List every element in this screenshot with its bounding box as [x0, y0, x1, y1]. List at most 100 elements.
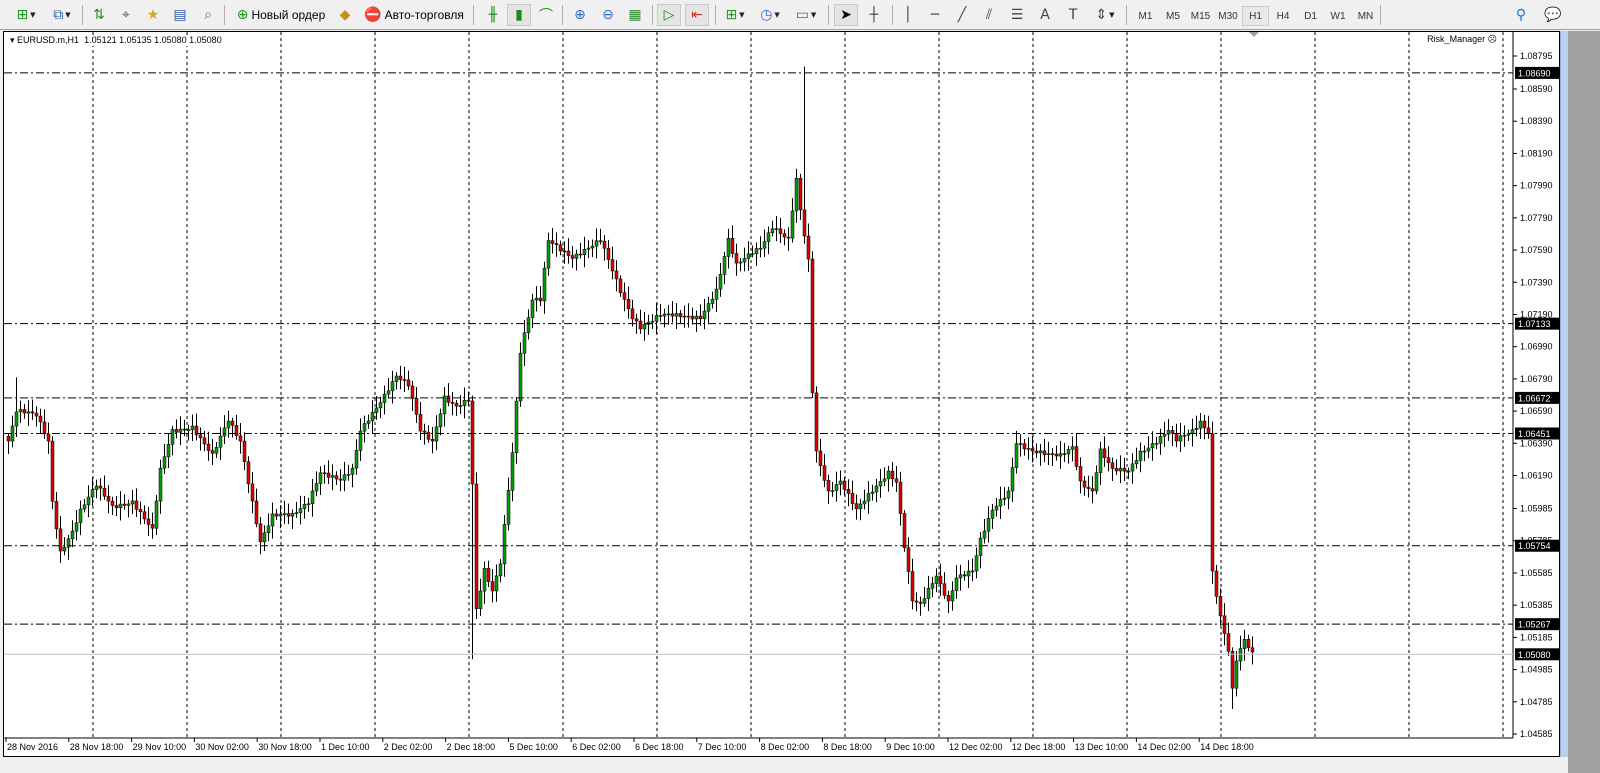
timeframe-w1-button[interactable]: W1 — [1325, 6, 1352, 26]
candle-bear — [1022, 443, 1027, 450]
time-tick-label: 30 Nov 18:00 — [258, 742, 312, 752]
time-tick-label: 12 Dec 18:00 — [1012, 742, 1066, 752]
indicators-button[interactable]: ⊞ ▼ — [720, 4, 750, 26]
candle-bear — [398, 375, 403, 380]
price-tick-label: 1.08390 — [1520, 116, 1553, 126]
market-watch-icon: ⇅ — [93, 7, 105, 23]
candle-bull — [314, 483, 319, 492]
terminal-window-icon: ▤ — [173, 7, 187, 23]
candle-bull — [582, 249, 587, 255]
candle-bull — [934, 575, 939, 584]
candle-bull — [674, 313, 679, 317]
timeframe-m15-button[interactable]: M15 — [1187, 6, 1214, 26]
candle-bull — [510, 452, 515, 491]
candle-bear — [626, 299, 631, 310]
candle-bull — [950, 590, 955, 602]
crosshair-button[interactable]: ┼ — [862, 4, 886, 26]
text-button[interactable]: A — [1034, 4, 1056, 26]
candle-bull — [374, 407, 379, 413]
time-tick-label: 2 Dec 02:00 — [384, 742, 433, 752]
zoom-out-button[interactable]: ⊖ — [596, 4, 620, 26]
chevron-down-icon: ▼ — [30, 11, 36, 19]
candle-bull — [118, 503, 123, 509]
timeframe-m1-button[interactable]: M1 — [1132, 6, 1159, 26]
timeframe-h1-button[interactable]: H1 — [1242, 6, 1269, 26]
time-tick-label: 29 Nov 10:00 — [133, 742, 187, 752]
candle-bull — [978, 537, 983, 556]
candle-bear — [414, 398, 419, 415]
price-chart[interactable]: 1.08795 1.08590 1.08390 1.08190 1.07990 1.077… — [3, 31, 1560, 757]
arrows-button[interactable]: ⇕ ▼ — [1090, 4, 1120, 26]
candle-bear — [106, 495, 111, 502]
candle-bull — [438, 413, 443, 428]
price-tick-label: 1.07590 — [1520, 245, 1553, 255]
favorites-button[interactable]: ★ — [142, 4, 164, 26]
vertical-line-button[interactable]: │ — [897, 4, 919, 26]
candle-bear — [98, 485, 103, 489]
timeframe-mn-button[interactable]: MN — [1352, 6, 1379, 26]
zoom-in-button[interactable]: ⊕ — [568, 4, 592, 26]
new-order-button[interactable]: ⊕ Новый ордер — [231, 4, 331, 26]
new-chart-button[interactable]: ⊞ ▼ — [8, 4, 44, 26]
candle-bear — [610, 259, 615, 272]
candle-bear — [202, 437, 207, 445]
price-tick-label: 1.06390 — [1520, 438, 1553, 448]
candle-bear — [550, 240, 555, 244]
candle-bear — [274, 513, 279, 517]
auto-scroll-button[interactable]: ▷ — [657, 4, 681, 26]
auto-trading-button[interactable]: ⛔ Авто-торговля — [360, 4, 468, 26]
candle-bear — [898, 481, 903, 514]
candle-bear — [962, 574, 967, 577]
timeframe-d1-button[interactable]: D1 — [1297, 6, 1324, 26]
bar-chart-button[interactable]: ╫ — [482, 4, 504, 26]
tile-windows-icon: ▦ — [628, 7, 642, 23]
equidistant-channel-button[interactable]: ⫽ — [978, 4, 1000, 26]
horizontal-line-button[interactable]: ─ — [924, 4, 946, 26]
candle-bear — [1246, 639, 1251, 648]
cursor-button[interactable]: ➤ — [834, 4, 858, 26]
timeframe-m30-button[interactable]: M30 — [1215, 6, 1242, 26]
candle-bull — [650, 320, 655, 323]
text-label-button[interactable]: T — [1062, 4, 1084, 26]
strategy-tester-button[interactable]: ⌕ — [197, 4, 219, 26]
candle-bull — [170, 429, 175, 445]
candle-bear — [846, 489, 851, 494]
profiles-button[interactable]: ⧉ ▼ — [46, 4, 78, 26]
bar-chart-icon: ╫ — [488, 7, 498, 23]
terminal-button[interactable]: ▤ — [169, 4, 191, 26]
candle-bull — [190, 425, 195, 430]
market-watch-button[interactable]: ⇅ — [88, 4, 110, 26]
templates-button[interactable]: ▭ ▼ — [790, 4, 822, 26]
chart-shift-button[interactable]: ⇤ — [685, 4, 709, 26]
line-chart-button[interactable]: ⌒ — [535, 4, 557, 26]
timeframe-h4-button[interactable]: H4 — [1270, 6, 1297, 26]
chat-button[interactable]: 💬 — [1540, 4, 1566, 26]
trendline-button[interactable]: ╱ — [951, 4, 973, 26]
candle-bull — [162, 456, 167, 469]
tile-windows-button[interactable]: ▦ — [623, 4, 647, 26]
candle-bear — [38, 415, 43, 423]
vertical-scrollbar[interactable] — [1560, 31, 1568, 757]
candle-bull — [1178, 435, 1183, 442]
price-tick-label: 1.07390 — [1520, 277, 1553, 287]
candlestick-chart-button[interactable]: ▮ — [507, 4, 531, 26]
search-button[interactable]: ⚲ — [1510, 4, 1532, 26]
fibonacci-button[interactable]: ☰ — [1006, 4, 1028, 26]
timeframe-m5-button[interactable]: M5 — [1160, 6, 1187, 26]
candle-bear — [814, 392, 819, 452]
candle-bear — [618, 278, 623, 293]
candle-bear — [638, 320, 643, 330]
candle-bear — [854, 503, 859, 510]
candle-bull — [62, 546, 67, 552]
navigator-button[interactable]: ⌖ — [115, 4, 137, 26]
candle-bull — [1142, 450, 1147, 453]
new-order-label: Новый ордер — [251, 8, 326, 22]
candle-bear — [1230, 651, 1235, 689]
candle-bull — [26, 411, 31, 414]
candle-bull — [1138, 450, 1143, 461]
candle-bull — [1190, 429, 1195, 434]
new-order-icon: ⊕ — [236, 7, 249, 23]
metaeditor-button[interactable]: ◆ — [334, 4, 356, 26]
candle-bull — [1118, 467, 1123, 472]
periods-button[interactable]: ◷ ▼ — [755, 4, 785, 26]
